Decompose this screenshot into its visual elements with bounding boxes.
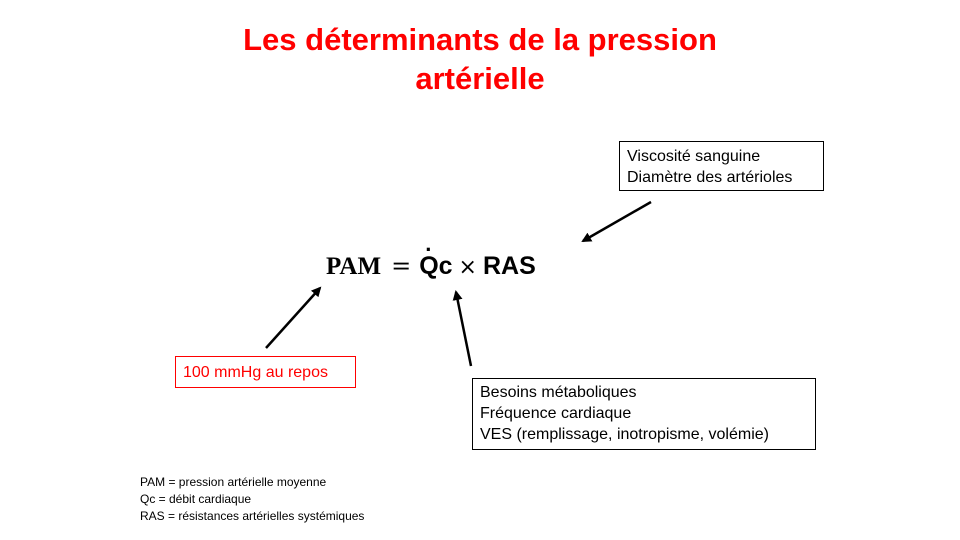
legend-qc: Qc = débit cardiaque — [140, 492, 252, 506]
slide: Les déterminants de la pression artériel… — [0, 0, 960, 540]
qc-factors-box: Besoins métaboliques Fréquence cardiaque… — [472, 378, 816, 450]
arrow-to-qc — [452, 290, 473, 367]
ras-factor-diameter: Diamètre des artérioles — [627, 169, 793, 186]
formula-qc: · Qc — [419, 239, 453, 286]
pam-value-text: 100 mmHg au repos — [183, 364, 328, 381]
ras-factors-box: Viscosité sanguine Diamètre des artériol… — [619, 141, 824, 191]
formula-qc-dot: · — [425, 237, 433, 262]
pam-value-box: 100 mmHg au repos — [175, 356, 356, 388]
qc-factor-stroke-volume: VES (remplissage, inotropisme, volémie) — [480, 426, 769, 443]
legend-pam: PAM = pression artérielle moyenne — [140, 475, 327, 489]
abbreviation-legend: PAM = pression artérielle moyenne Qc = d… — [140, 474, 364, 525]
arrow-to-ras — [581, 200, 652, 243]
qc-factor-metabolic: Besoins métaboliques — [480, 384, 637, 401]
title-line-2: artérielle — [415, 61, 545, 96]
legend-ras: RAS = résistances artérielles systémique… — [140, 509, 365, 523]
ras-factor-viscosity: Viscosité sanguine — [627, 148, 761, 165]
slide-title: Les déterminants de la pression artériel… — [130, 20, 830, 98]
formula-pam: PAM — [326, 253, 382, 280]
qc-factor-heart-rate: Fréquence cardiaque — [480, 405, 632, 422]
formula-times: × — [458, 255, 477, 280]
arrow-to-pam — [265, 286, 322, 349]
title-line-1: Les déterminants de la pression — [243, 22, 717, 57]
formula-qc-text: Qc — [419, 252, 453, 280]
pam-formula: PAM = · Qc × RAS — [326, 239, 536, 286]
formula-equals: = — [391, 252, 412, 280]
formula-ras: RAS — [482, 252, 536, 280]
